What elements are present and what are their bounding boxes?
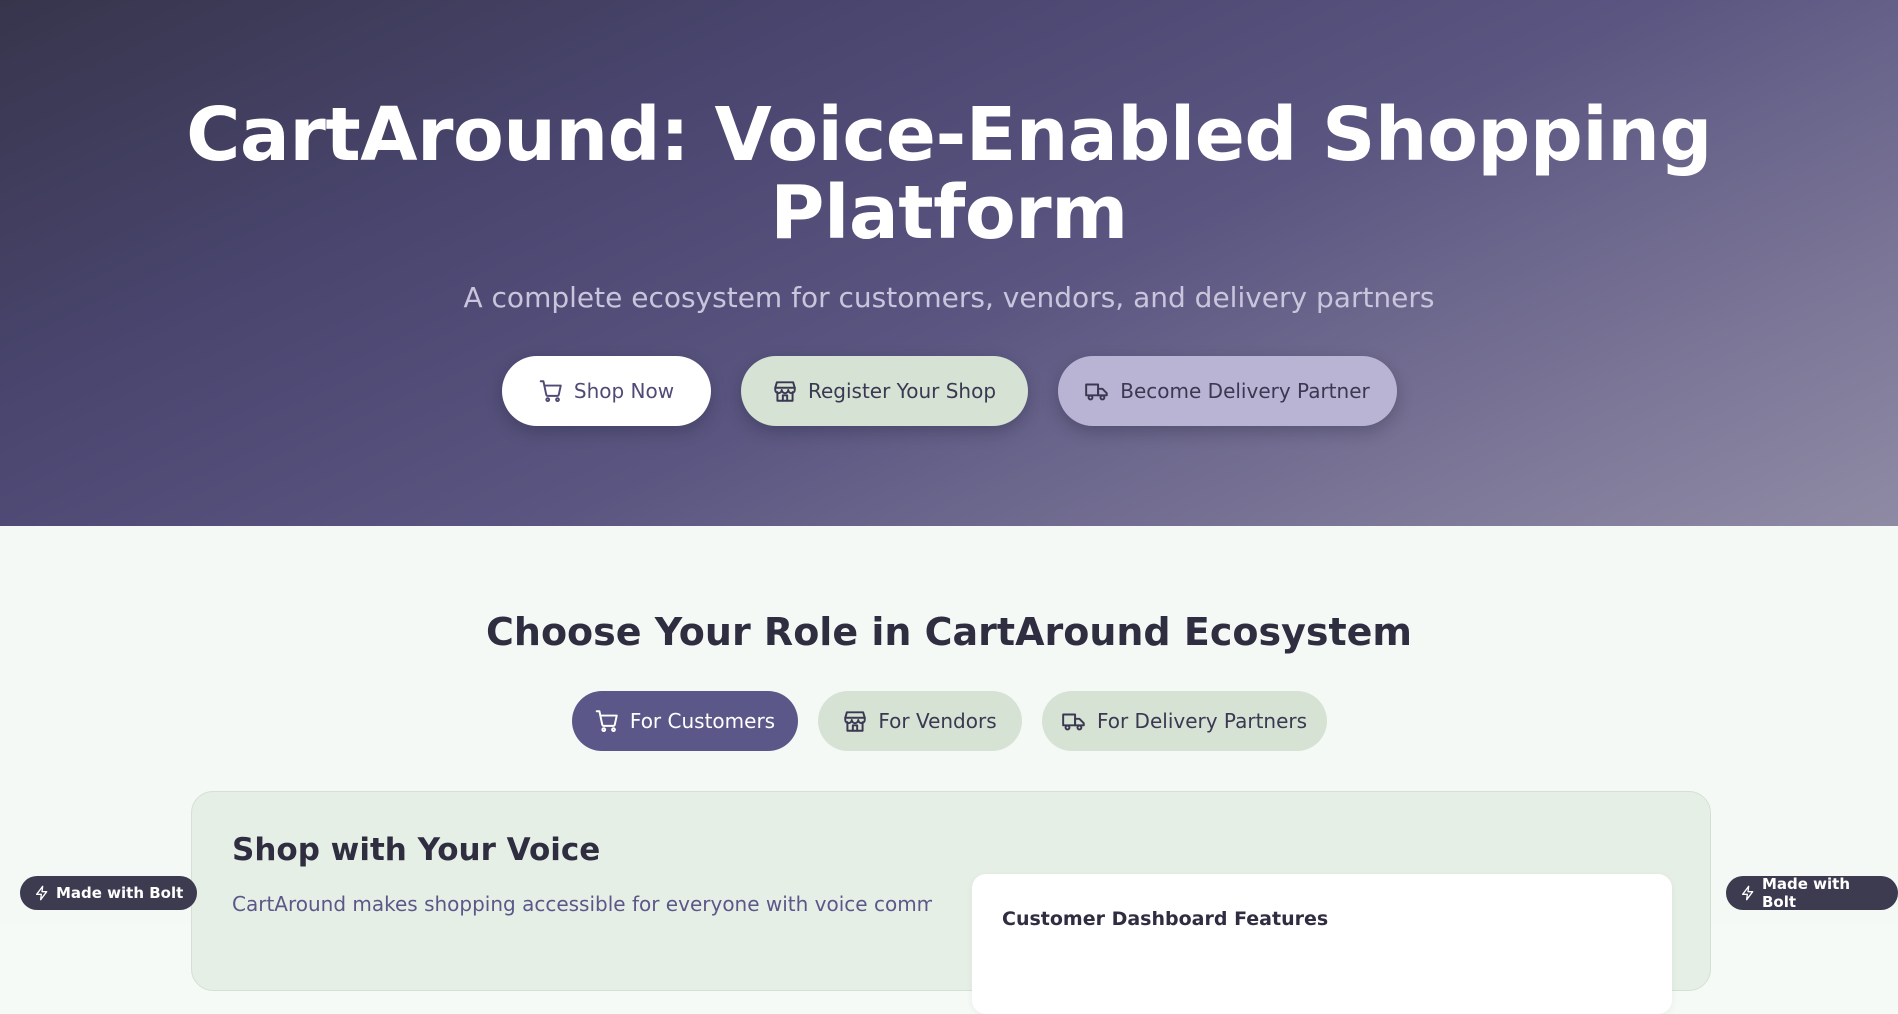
become-delivery-partner-button[interactable]: Become Delivery Partner <box>1057 356 1397 426</box>
register-shop-label: Register Your Shop <box>807 379 997 403</box>
customer-dashboard-features-card: Customer Dashboard Features <box>972 874 1672 1014</box>
hero-title-line1: CartAround: Voice-Enabled Shopping <box>186 92 1712 178</box>
cart-icon <box>594 708 620 734</box>
cart-icon <box>538 378 564 404</box>
store-icon <box>772 378 798 404</box>
store-icon <box>842 708 868 734</box>
feature-card-title: Customer Dashboard Features <box>1002 908 1329 930</box>
hero-subtitle: A complete ecosystem for customers, vend… <box>463 281 1435 314</box>
shop-now-button[interactable]: Shop Now <box>501 356 711 426</box>
tab-customers[interactable]: For Customers <box>571 691 798 751</box>
hero-buttons: Shop Now Register Your Shop Become Deliv… <box>0 356 1898 426</box>
register-shop-button[interactable]: Register Your Shop <box>740 356 1028 426</box>
panel-description: CartAround makes shopping accessible for… <box>232 892 932 916</box>
role-tabs: For Customers For Vendors For Delivery P… <box>0 691 1898 751</box>
hero-title-line2: Platform <box>770 170 1128 256</box>
roles-title: Choose Your Role in CartAround Ecosystem <box>486 610 1412 654</box>
made-with-bolt-badge-right[interactable]: Made with Bolt <box>1726 875 1898 911</box>
shop-now-label: Shop Now <box>573 379 675 403</box>
bolt-icon <box>1740 885 1756 901</box>
customer-panel: Shop with Your Voice CartAround makes sh… <box>191 791 1711 1014</box>
roles-section: Choose Your Role in CartAround Ecosystem… <box>0 526 1898 1014</box>
tab-delivery-partners[interactable]: For Delivery Partners <box>1041 691 1327 751</box>
truck-icon <box>1084 378 1110 404</box>
bolt-icon <box>34 885 50 901</box>
truck-icon <box>1061 708 1087 734</box>
made-with-bolt-label: Made with Bolt <box>56 884 184 902</box>
tab-vendors-label: For Vendors <box>878 709 997 733</box>
tab-delivery-partners-label: For Delivery Partners <box>1096 709 1308 733</box>
become-delivery-partner-label: Become Delivery Partner <box>1120 379 1370 403</box>
panel-title: Shop with Your Voice <box>232 832 601 868</box>
hero-title: CartAround: Voice-Enabled Shopping Platf… <box>0 96 1898 252</box>
tab-vendors[interactable]: For Vendors <box>817 691 1022 751</box>
hero-section: CartAround: Voice-Enabled Shopping Platf… <box>0 0 1898 526</box>
tab-customers-label: For Customers <box>629 709 776 733</box>
made-with-bolt-label: Made with Bolt <box>1762 875 1851 911</box>
made-with-bolt-badge-left[interactable]: Made with Bolt <box>20 876 198 910</box>
